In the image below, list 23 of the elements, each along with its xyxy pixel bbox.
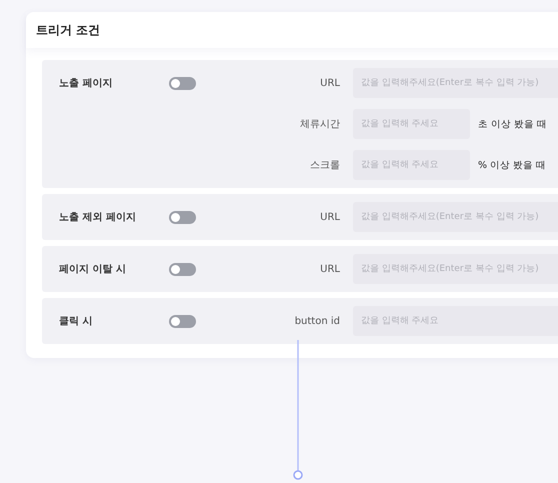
field-label: URL <box>319 264 340 274</box>
field-label: URL <box>319 212 340 222</box>
input-field[interactable]: 값을 입력해주세요(Enter로 복수 입력 가능) <box>353 68 558 98</box>
field-label: URL <box>319 78 340 88</box>
input-field[interactable]: 값을 입력해 주세요 <box>353 109 470 139</box>
section-title: 노출 제외 페이지 <box>59 211 137 224</box>
toggle-switch[interactable] <box>169 314 196 328</box>
field-suffix: % 이상 봤을 때 <box>478 158 546 172</box>
toggle-switch[interactable] <box>169 76 196 90</box>
input-field[interactable]: 값을 입력해 주세요 <box>353 306 558 336</box>
toggle-switch[interactable] <box>169 262 196 276</box>
field-suffix: 초 이상 봤을 때 <box>478 118 548 130</box>
input-field[interactable]: 값을 입력해주세요(Enter로 복수 입력 가능) <box>353 202 558 232</box>
section-title: 클릭 시 <box>59 315 94 328</box>
input-field[interactable]: 값을 입력해주세요(Enter로 복수 입력 가능) <box>353 254 558 284</box>
card-title: 트리거 조건 <box>36 22 100 38</box>
section-title: 페이지 이탈 시 <box>59 263 127 276</box>
section-title: 노출 페이지 <box>59 77 114 90</box>
field-label: 스크롤 <box>309 159 340 172</box>
toggle-switch[interactable] <box>169 210 196 224</box>
field-label: button id <box>294 316 340 326</box>
field-label: 체류시간 <box>299 118 340 131</box>
input-field[interactable]: 값을 입력해 주세요 <box>353 150 470 180</box>
